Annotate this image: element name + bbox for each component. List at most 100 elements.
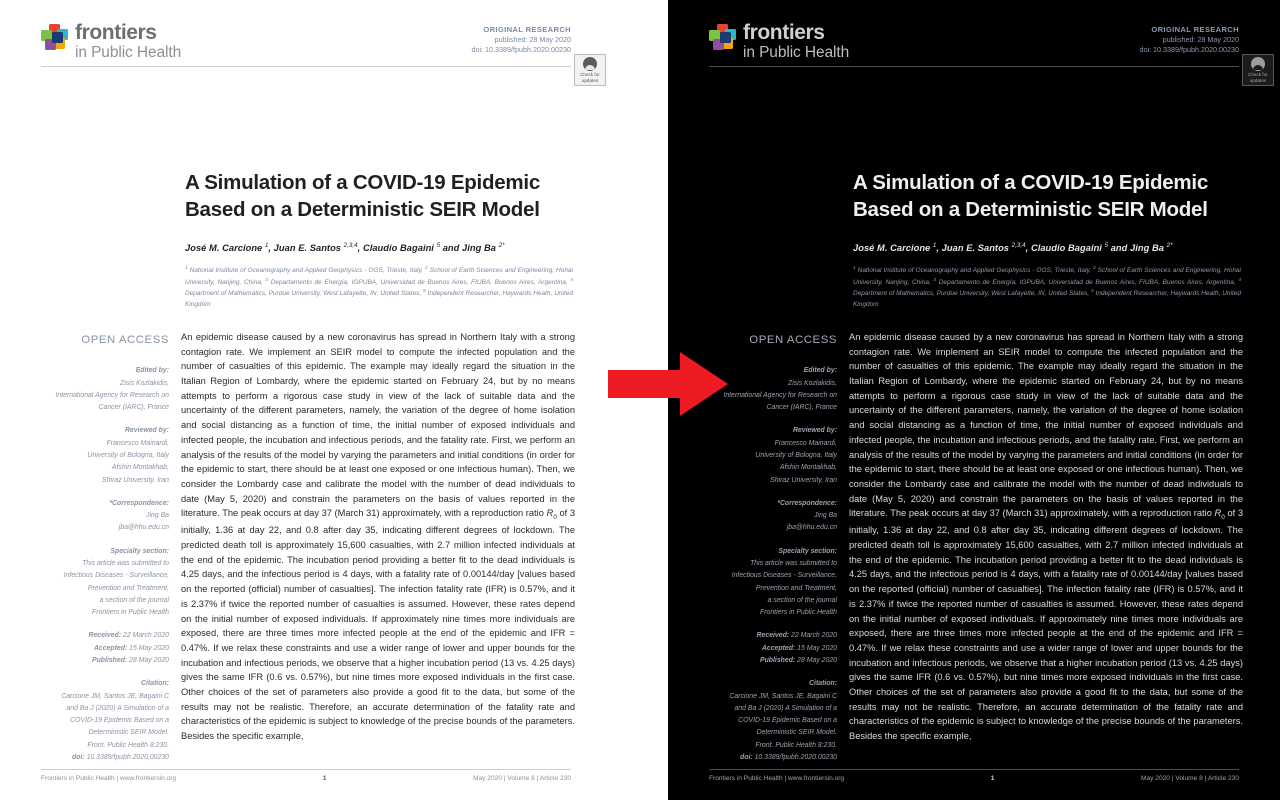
sidebar-line: and Ba J (2020) A Simulation of a [66, 704, 169, 712]
sidebar-group-line: Zisis Kozlakidis, [119, 379, 169, 387]
published-date: published: 28 May 2020 [494, 35, 571, 44]
sidebar-line: Carcione JM, Santos JE, Bagaini C [729, 692, 837, 700]
page-number: 1 [322, 775, 327, 782]
sidebar-group-head: Reviewed by: [792, 427, 837, 435]
sidebar-line: Deterministic SEIR Model. [88, 729, 169, 737]
sidebar-citation: Citation: Carcione JM, Santos JE, Bagain… [35, 678, 169, 764]
document-body-dark: OPEN ACCESS Edited by: Zisis Kozlakidis, I… [703, 330, 1245, 775]
open-access-label: OPEN ACCESS [81, 334, 169, 347]
sidebar-group-line: International Agency for Research on [723, 391, 837, 399]
sidebar-group-line: Infectious Diseases - Surveillance, [731, 572, 837, 580]
sidebar-group: Reviewed by: Francesco Mainardi, Universit… [703, 425, 837, 486]
sidebar-dates: Received: 22 March 2020 Accepted: 15 May … [35, 630, 169, 667]
publication-meta-dark: ORIGINAL RESEARCH published: 28 May 2020… [1139, 24, 1239, 56]
abstract-paragraph: An epidemic disease caused by a new coro… [849, 332, 1244, 742]
author-list: José M. Carcione 1, Juan E. Santos 2,3,4… [185, 242, 505, 254]
sidebar-line: COVID-19 Epidemic Based on a [70, 717, 169, 725]
sidebar-group-line: Frontiers in Public Health [760, 609, 837, 617]
sidebar-dates: Received: 22 March 2020 Accepted: 15 May … [703, 630, 837, 667]
check-for-updates-badge[interactable]: Check for updates [1242, 54, 1274, 86]
abstract-text: An epidemic disease caused by a new coro… [849, 330, 1245, 775]
sidebar-group-line: Jing Ba [146, 512, 169, 520]
dark-mode-document-panel: frontiers in Public Health ORIGINAL RESE… [668, 0, 1280, 800]
sidebar-line: Carcione JM, Santos JE, Bagaini C [61, 692, 169, 700]
sidebar-group: Reviewed by: Francesco Mainardi, Universit… [35, 425, 169, 486]
sidebar-group-head: Edited by: [803, 367, 837, 375]
check-for-updates-icon [583, 57, 597, 71]
page-title: A Simulation of a COVID-19 Epidemic Base… [853, 170, 1241, 223]
sidebar-group: Specialty section: This article was submi… [35, 546, 169, 620]
document-page-light: frontiers in Public Health ORIGINAL RESE… [0, 0, 612, 800]
title-block: A Simulation of a COVID-19 Epidemic Base… [35, 170, 577, 310]
sidebar-group-line: Afshin Montakhab, [779, 464, 837, 472]
sidebar-group-head: *Correspondence: [109, 499, 169, 507]
sidebar-groups: Edited by: Zisis Kozlakidis, International… [703, 365, 837, 619]
sidebar-group: *Correspondence: Jing Ba jba@hhu.edu.cn [703, 498, 837, 535]
sidebar-line: Published: 28 May 2020 [92, 656, 169, 664]
crossmark-label-line2: updates [1249, 77, 1267, 83]
sidebar-group-line: This article was submitted to [750, 559, 837, 567]
citation-head: Citation: [809, 680, 837, 688]
sidebar-group-line: Frontiers in Public Health [92, 609, 169, 617]
document-header-dark: frontiers in Public Health ORIGINAL RESE… [703, 18, 1245, 72]
sidebar-group: Edited by: Zisis Kozlakidis, International… [35, 365, 169, 414]
published-date: published: 28 May 2020 [1162, 35, 1239, 44]
sidebar-group-line: University of Bologna, Italy [755, 452, 837, 460]
title-line-2: Based on a Deterministic SEIR Model [853, 197, 1208, 221]
sidebar-group-head: Specialty section: [110, 547, 169, 555]
sidebar-group-line: Shiraz University, Iran [770, 476, 837, 484]
check-for-updates-badge[interactable]: Check for updates [574, 54, 606, 86]
sidebar-group-line: International Agency for Research on [55, 391, 169, 399]
sidebar-group-head: Edited by: [135, 367, 169, 375]
sidebar-group-line: Zisis Kozlakidis, [787, 379, 837, 387]
sidebar-line: Accepted: 15 May 2020 [761, 644, 837, 652]
document-page-dark: frontiers in Public Health ORIGINAL RESE… [668, 0, 1280, 800]
page-title: A Simulation of a COVID-19 Epidemic Base… [185, 170, 573, 223]
sidebar-line: Front. Public Health 8:230. [755, 741, 837, 749]
journal-logo: frontiers in Public Health [41, 21, 182, 62]
sidebar-group-line: jba@hhu.edu.cn [118, 524, 169, 532]
page-number: 1 [990, 775, 995, 782]
comparison-view: frontiers in Public Health ORIGINAL RESE… [0, 0, 1280, 800]
footer-left[interactable]: Frontiers in Public Health | www.frontie… [41, 775, 176, 782]
affiliations: 1 National Institute of Oceanography and… [853, 266, 1241, 308]
sidebar-group-line: jba@hhu.edu.cn [786, 524, 837, 532]
sidebar-group-head: Specialty section: [778, 547, 837, 555]
sidebar-group-line: Infectious Diseases - Surveillance, [63, 572, 169, 580]
original-document-panel: frontiers in Public Health ORIGINAL RESE… [0, 0, 668, 800]
doi-line[interactable]: doi: 10.3389/fpubh.2020.00230 [471, 45, 571, 55]
journal-logo-dark: frontiers in Public Health [709, 21, 850, 62]
journal-logo-subtitle: in Public Health [743, 44, 850, 62]
title-block-dark: A Simulation of a COVID-19 Epidemic Base… [703, 170, 1245, 310]
sidebar-group-line: This article was submitted to [82, 559, 169, 567]
sidebar-group-line: Cancer (IARC), France [766, 404, 837, 412]
document-header: frontiers in Public Health ORIGINAL RESE… [35, 18, 577, 72]
sidebar-group-line: Afshin Montakhab, [111, 464, 169, 472]
abstract-text: An epidemic disease caused by a new coro… [181, 330, 577, 775]
abstract-paragraph: An epidemic disease caused by a new coro… [181, 332, 576, 742]
journal-logo-subtitle: in Public Health [75, 44, 182, 62]
footer-right: May 2020 | Volume 8 | Article 230 [473, 775, 571, 782]
title-line-2: Based on a Deterministic SEIR Model [185, 197, 540, 221]
sidebar-line: doi: 10.3389/fpubh.2020.00230 [72, 753, 169, 761]
sidebar-group-line: Cancer (IARC), France [98, 404, 169, 412]
doi-line[interactable]: doi: 10.3389/fpubh.2020.00230 [1139, 45, 1239, 55]
sidebar-line: Published: 28 May 2020 [760, 656, 837, 664]
editorial-sidebar: OPEN ACCESS Edited by: Zisis Kozlakidis, I… [703, 330, 849, 775]
frontiers-pinwheel-logo-icon [709, 24, 736, 51]
frontiers-pinwheel-logo-icon [41, 24, 68, 51]
footer-left[interactable]: Frontiers in Public Health | www.frontie… [709, 775, 844, 782]
editorial-sidebar: OPEN ACCESS Edited by: Zisis Kozlakidis, I… [35, 330, 181, 775]
citation-lines: Carcione JM, Santos JE, Bagaini C and Ba … [35, 691, 169, 765]
crossmark-label-line1: Check for [1248, 72, 1268, 77]
journal-logo-word: frontiers [743, 21, 825, 44]
sidebar-line: COVID-19 Epidemic Based on a [738, 717, 837, 725]
header-divider [709, 66, 1239, 67]
sidebar-group: Edited by: Zisis Kozlakidis, International… [703, 365, 837, 414]
affiliations: 1 National Institute of Oceanography and… [185, 266, 573, 308]
sidebar-group-line: Francesco Mainardi, [774, 439, 837, 447]
document-footer: Frontiers in Public Health | www.frontie… [41, 768, 571, 782]
citation-lines: Carcione JM, Santos JE, Bagaini C and Ba … [703, 691, 837, 765]
sidebar-group-line: Shiraz University, Iran [102, 476, 169, 484]
sidebar-line: Received: 22 March 2020 [756, 632, 837, 640]
